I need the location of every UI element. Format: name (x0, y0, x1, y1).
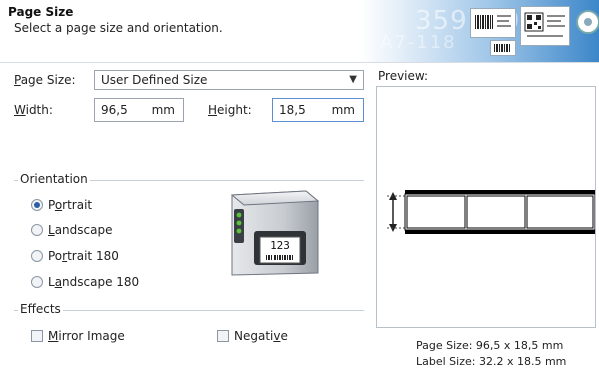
radio-portrait-180[interactable] (31, 250, 43, 262)
width-unit: mm (151, 103, 175, 117)
radio-landscape-180[interactable] (31, 276, 43, 288)
height-label: Height: (208, 103, 252, 117)
mirror-image-label[interactable]: Mirror Image (48, 329, 125, 343)
negative-checkbox[interactable] (217, 330, 229, 342)
banner-text-2: A7-118 (380, 32, 457, 53)
radio-portrait-label[interactable]: Portrait (48, 198, 92, 212)
page-size-status: Page Size: 96,5 x 18,5 mm (416, 339, 564, 352)
radio-portrait-180-label[interactable]: Portrait 180 (48, 249, 119, 263)
small-barcode-graphic (490, 40, 516, 56)
effects-divider (14, 310, 364, 311)
page-size-select[interactable]: User Defined Size ▼ (94, 70, 364, 90)
header-banner-image: 35976001 A7-118 (360, 0, 599, 62)
chevron-down-icon[interactable]: ▼ (349, 71, 357, 89)
width-value: 96,5 (101, 103, 128, 117)
radio-landscape[interactable] (31, 224, 43, 236)
height-value: 18,5 (279, 103, 306, 117)
radio-landscape-180-label[interactable]: Landscape 180 (48, 275, 139, 289)
barcode-label-graphic (470, 8, 516, 38)
negative-label[interactable]: Negative (234, 329, 288, 343)
label-roll-icon (576, 10, 599, 34)
printer-label-number: 123 (270, 239, 290, 252)
wizard-header: Page Size Select a page size and orienta… (0, 0, 599, 63)
orientation-group-title: Orientation (18, 172, 90, 186)
height-field[interactable]: 18,5 mm (272, 98, 364, 122)
radio-landscape-label[interactable]: Landscape (48, 223, 112, 237)
preview-title: Preview: (378, 69, 429, 83)
label-printer-illustration (230, 190, 320, 276)
label-strip-preview (387, 190, 595, 234)
page-size-label-rest: age Size: (20, 73, 76, 87)
mirror-image-checkbox[interactable] (31, 330, 43, 342)
effects-group-title: Effects (18, 302, 63, 316)
page-size-value: User Defined Size (101, 73, 208, 87)
page-size-label: Page Size: (14, 73, 76, 87)
page-subtitle: Select a page size and orientation. (14, 21, 223, 35)
height-unit: mm (331, 103, 355, 117)
width-field[interactable]: 96,5 mm (94, 98, 184, 122)
width-label: Width: (14, 103, 53, 117)
qr-label-graphic (520, 6, 570, 46)
radio-portrait[interactable] (31, 199, 43, 211)
label-size-status: Label Size: 32.2 x 18.5 mm (416, 355, 567, 368)
page-title: Page Size (8, 5, 74, 19)
preview-panel (376, 86, 596, 328)
